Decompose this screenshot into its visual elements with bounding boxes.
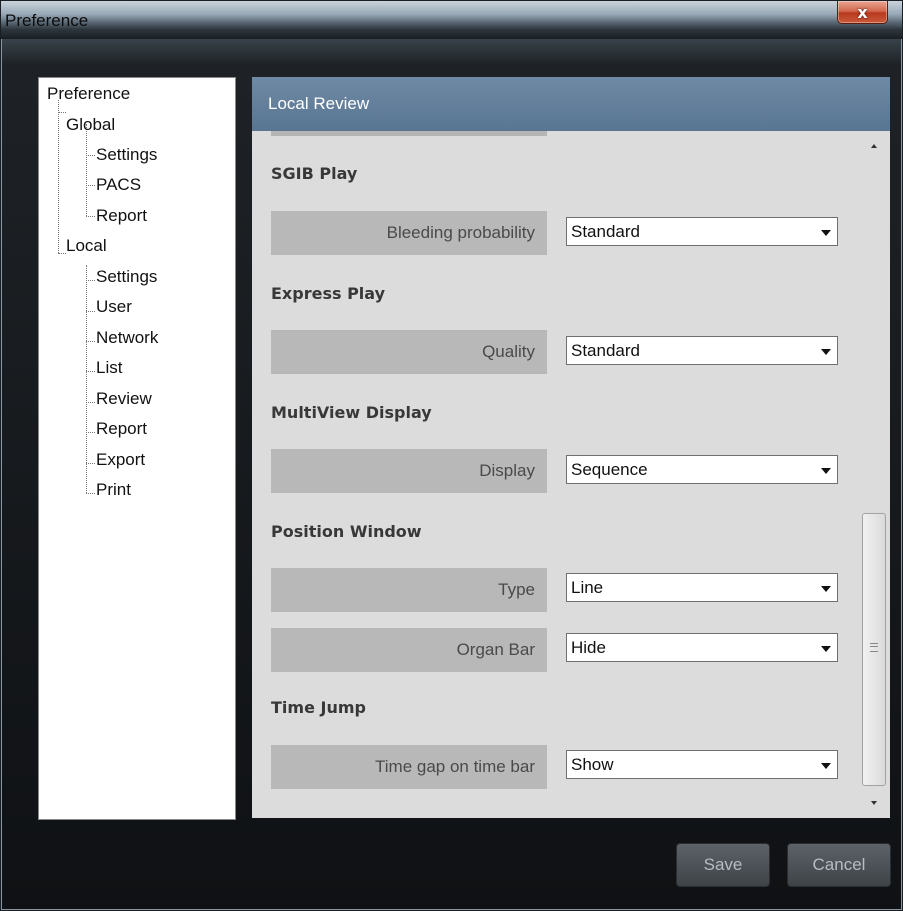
tree-item-local-user[interactable]: User (96, 296, 132, 318)
chevron-down-icon (821, 586, 831, 592)
panel-header: Local Review (252, 77, 890, 131)
field-label-display: Display (271, 449, 547, 493)
tree-line (86, 402, 95, 403)
scroll-thumb[interactable] (862, 513, 886, 786)
chevron-down-icon (821, 646, 831, 652)
tree-item-global-report[interactable]: Report (96, 205, 147, 227)
tree-line (86, 265, 87, 493)
section-title-sgib-play: SGIB Play (271, 164, 358, 183)
bleeding-probability-select[interactable]: Standard (566, 217, 838, 246)
tree-line (86, 493, 95, 494)
tree-line (86, 311, 95, 312)
tree-item-local-report[interactable]: Report (96, 418, 147, 440)
display-select[interactable]: Sequence (566, 455, 838, 484)
section-title-multiview-display: MultiView Display (271, 403, 432, 422)
window-title: Preference (5, 11, 89, 30)
tree-line (86, 280, 95, 281)
type-select[interactable]: Line (566, 573, 838, 602)
select-value: Line (571, 578, 604, 597)
tree-line (86, 124, 87, 216)
tree-item-global[interactable]: Global (66, 114, 115, 136)
panel-title: Local Review (268, 94, 370, 113)
tree-item-global-pacs[interactable]: PACS (96, 174, 141, 196)
tree-line (58, 253, 66, 254)
field-label-quality: Quality (271, 330, 547, 374)
time-gap-select[interactable]: Show (566, 750, 838, 779)
tree-item-local-print[interactable]: Print (96, 479, 131, 501)
tree-line (86, 341, 95, 342)
section-title-position-window: Position Window (271, 522, 422, 541)
settings-panel: Local Review SGIB Play Bleeding probabil… (252, 77, 890, 818)
tree-item-local-export[interactable]: Export (96, 449, 145, 471)
scroll-up-arrow-icon[interactable] (871, 144, 877, 148)
section-title-express-play: Express Play (271, 284, 386, 303)
tree-line (86, 463, 95, 464)
preference-tree: Preference Global Settings PACS Report L… (38, 77, 236, 820)
organ-bar-select[interactable]: Hide (566, 633, 838, 662)
field-label-organ-bar: Organ Bar (271, 628, 547, 672)
chevron-down-icon (821, 230, 831, 236)
tree-item-preference[interactable]: Preference (47, 83, 130, 105)
partial-field-row (271, 131, 547, 136)
vertical-scrollbar[interactable] (862, 131, 889, 818)
select-value: Standard (571, 222, 640, 241)
cancel-button[interactable]: Cancel (787, 843, 891, 887)
grip-icon (870, 643, 878, 652)
chevron-down-icon (821, 349, 831, 355)
tree-line (86, 216, 95, 217)
tree-line (86, 432, 95, 433)
section-title-time-jump: Time Jump (271, 698, 366, 717)
field-label-bleeding-probability: Bleeding probability (271, 211, 547, 255)
save-button[interactable]: Save (676, 843, 770, 887)
tree-line (86, 155, 95, 156)
tree-item-global-settings[interactable]: Settings (96, 144, 157, 166)
title-bar[interactable]: Preference x (1, 1, 902, 39)
tree-line (86, 371, 95, 372)
chevron-down-icon (821, 763, 831, 769)
field-label-type: Type (271, 568, 547, 612)
tree-item-local-network[interactable]: Network (96, 327, 158, 349)
close-button[interactable]: x (837, 1, 888, 24)
select-value: Sequence (571, 460, 648, 479)
tree-item-local[interactable]: Local (66, 235, 107, 257)
preference-dialog: Preference x Preference Global Settings … (0, 0, 903, 911)
scroll-down-arrow-icon[interactable] (871, 801, 877, 805)
quality-select[interactable]: Standard (566, 336, 838, 365)
tree-item-local-review[interactable]: Review (96, 388, 152, 410)
tree-line (58, 100, 59, 253)
select-value: Standard (571, 341, 640, 360)
tree-item-local-settings[interactable]: Settings (96, 266, 157, 288)
tree-line (86, 185, 95, 186)
chevron-down-icon (821, 468, 831, 474)
select-value: Show (571, 755, 614, 774)
select-value: Hide (571, 638, 606, 657)
tree-item-local-list[interactable]: List (96, 357, 122, 379)
field-label-time-gap: Time gap on time bar (271, 745, 547, 789)
tree-line (58, 112, 66, 113)
close-icon: x (857, 2, 868, 22)
